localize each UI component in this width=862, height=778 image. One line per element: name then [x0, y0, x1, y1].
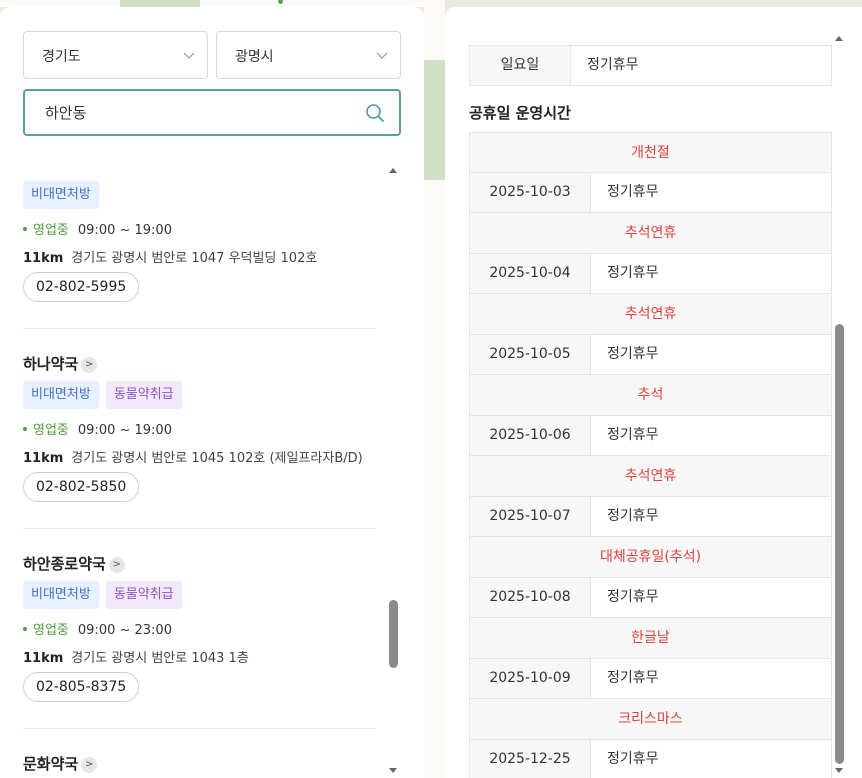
distance: 11km [23, 451, 64, 466]
holiday-row: 2025-10-04 정기휴무 [469, 254, 832, 294]
holiday-status: 정기휴무 [607, 508, 659, 524]
holiday-name: 대체공휴일(추석) [469, 537, 832, 578]
holiday-status: 정기휴무 [607, 427, 659, 443]
holiday-hours-title: 공휴일 운영시간 [469, 104, 571, 122]
business-hours: 영업중 09:00 ~ 23:00 [23, 619, 172, 638]
chevron-right-icon[interactable]: > [81, 357, 98, 373]
business-hours: 영업중 09:00 ~ 19:00 [23, 219, 172, 238]
holiday-name: 한글날 [469, 618, 832, 659]
chevron-right-icon[interactable]: > [108, 557, 125, 573]
scroll-down-icon[interactable] [389, 768, 397, 773]
tag-remote-prescription: 비대면처방 [23, 181, 99, 209]
holiday-name: 크리스마스 [469, 699, 832, 740]
chevron-down-icon [376, 52, 388, 59]
tag-animal-medicine: 동물약취급 [105, 381, 182, 409]
tag-animal-medicine: 동물약취급 [105, 581, 182, 609]
holiday-date: 2025-10-08 [470, 578, 591, 617]
pharmacy-name[interactable]: 하나약국 > [23, 353, 98, 374]
chevron-right-icon[interactable]: > [81, 757, 98, 773]
hours-text: 09:00 ~ 23:00 [77, 623, 172, 638]
holiday-date: 2025-10-09 [470, 659, 591, 698]
search-input[interactable] [45, 103, 345, 121]
business-hours: 영업중 09:00 ~ 19:00 [23, 419, 172, 438]
holiday-status: 정기휴무 [607, 589, 659, 605]
province-select[interactable]: 경기도 [23, 31, 208, 79]
holiday-status: 정기휴무 [607, 184, 659, 200]
holiday-name: 추석 [469, 375, 832, 416]
search-icon[interactable] [365, 103, 385, 123]
status-badge: 영업중 [33, 223, 69, 238]
weekday-label: 일요일 [470, 46, 571, 85]
tag-group: 비대면처방 동물약취급 [23, 381, 189, 409]
holiday-status: 정기휴무 [607, 751, 659, 767]
tag-remote-prescription: 비대면처방 [23, 381, 99, 409]
pharmacy-detail-panel: 일요일 정기휴무 공휴일 운영시간 개천절 2025-10-03 정기휴무 추석연휴 2… [445, 7, 862, 778]
scroll-up-icon[interactable] [389, 168, 397, 173]
list-item[interactable]: > 비대면처방 영업중09:00 ~ 19:00 11km경기도 광명시 범안로… [23, 155, 376, 313]
status-badge: 영업중 [33, 623, 69, 638]
hours-text: 09:00 ~ 19:00 [77, 223, 172, 238]
holiday-name: 추석연휴 [469, 456, 832, 497]
holiday-row: 2025-10-06 정기휴무 [469, 416, 832, 456]
pharmacy-list: > 비대면처방 영업중 09:00 ~ 19:00 11km 경기도 광명시 범안로… [0, 155, 424, 778]
city-select-value: 광명시 [235, 49, 274, 65]
divider [23, 328, 376, 329]
holiday-date: 2025-12-25 [470, 740, 591, 778]
search-box [23, 89, 401, 136]
holiday-hours-table: 개천절 2025-10-03 정기휴무 추석연휴 2025-10-04 정기휴무 추석연휴 2… [469, 132, 832, 778]
search-panel: 경기도 광명시 > 비대면처방 영업중 09:00 ~ 19:00 11km 경기도… [0, 7, 424, 778]
holiday-row: 2025-10-08 정기휴무 [469, 578, 832, 618]
phone-button[interactable]: 02-802-5995 [23, 272, 140, 302]
holiday-date: 2025-10-06 [470, 416, 591, 455]
holiday-date: 2025-10-03 [470, 173, 591, 212]
weekday-value: 정기휴무 [587, 57, 639, 73]
address: 11km 경기도 광명시 범안로 1045 102호 (제일프라자B/D) [23, 447, 363, 466]
holiday-date: 2025-10-07 [470, 497, 591, 536]
scroll-up-icon[interactable] [835, 36, 843, 41]
address-text: 경기도 광명시 범안로 1045 102호 (제일프라자B/D) [71, 451, 363, 466]
holiday-row: 2025-10-09 정기휴무 [469, 659, 832, 699]
holiday-date: 2025-10-05 [470, 335, 591, 374]
address-text: 경기도 광명시 범안로 1043 1층 [71, 651, 249, 666]
phone-button[interactable]: 02-802-5850 [23, 472, 140, 502]
sunday-hours-row: 일요일 정기휴무 [469, 45, 832, 86]
detail-scrollbar[interactable] [831, 30, 847, 778]
list-scrollbar[interactable] [385, 162, 401, 778]
distance: 11km [23, 651, 64, 666]
address: 11km 경기도 광명시 범안로 1047 우덕빌딩 102호 [23, 247, 317, 266]
holiday-row: 2025-12-25 정기휴무 [469, 740, 832, 778]
holiday-row: 2025-10-03 정기휴무 [469, 173, 832, 213]
province-select-value: 경기도 [42, 49, 81, 65]
holiday-row: 2025-10-05 정기휴무 [469, 335, 832, 375]
distance: 11km [23, 251, 64, 266]
holiday-status: 정기휴무 [607, 670, 659, 686]
divider [23, 728, 376, 729]
tag-group: 비대면처방 [23, 181, 106, 209]
holiday-status: 정기휴무 [607, 346, 659, 362]
chevron-down-icon [183, 52, 195, 59]
address: 11km 경기도 광명시 범안로 1043 1층 [23, 647, 249, 666]
holiday-status: 정기휴무 [607, 265, 659, 281]
list-item[interactable]: 하나약국 > 비대면처방 동물약취급 영업중 09:00 ~ 19:00 11km 경기… [23, 353, 376, 513]
pharmacy-name[interactable]: 문화약국 > [23, 753, 98, 774]
hours-text: 09:00 ~ 19:00 [77, 423, 172, 438]
city-select[interactable]: 광명시 [216, 31, 401, 79]
tag-group: 비대면처방 동물약취급 [23, 581, 189, 609]
phone-button[interactable]: 02-805-8375 [23, 672, 140, 702]
holiday-date: 2025-10-04 [470, 254, 591, 293]
scrollbar-thumb[interactable] [389, 600, 398, 668]
holiday-name: 추석연휴 [469, 294, 832, 335]
scroll-down-icon[interactable] [835, 768, 843, 773]
scrollbar-thumb[interactable] [835, 324, 844, 764]
address-text: 경기도 광명시 범안로 1047 우덕빌딩 102호 [71, 251, 318, 266]
holiday-name: 개천절 [469, 132, 832, 173]
divider [23, 528, 376, 529]
list-item[interactable]: 문화약국 > [23, 753, 376, 778]
pharmacy-name[interactable]: 하안종로약국 > [23, 553, 125, 574]
status-badge: 영업중 [33, 423, 69, 438]
list-item[interactable]: 하안종로약국 > 비대면처방 동물약취급 영업중 09:00 ~ 23:00 11km… [23, 553, 376, 713]
holiday-row: 2025-10-07 정기휴무 [469, 497, 832, 537]
tag-remote-prescription: 비대면처방 [23, 581, 99, 609]
holiday-name: 추석연휴 [469, 213, 832, 254]
